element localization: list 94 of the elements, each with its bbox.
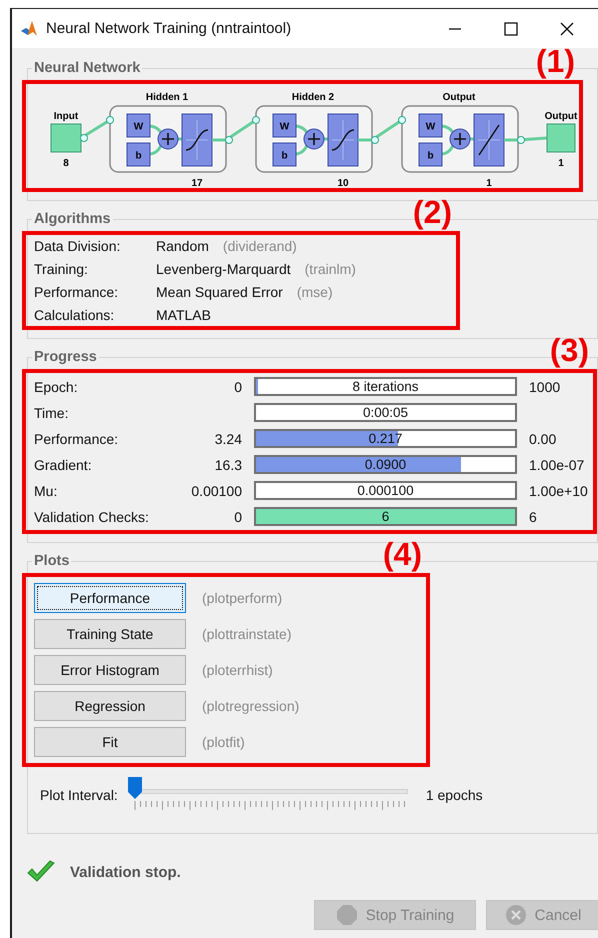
progress-label: Epoch:: [34, 378, 79, 394]
app-icon: [20, 20, 38, 38]
bar-value: 0.0900: [364, 457, 408, 472]
bias-block: b: [418, 142, 442, 166]
sum-icon: [450, 128, 470, 150]
algorithm-label: Training:: [34, 261, 89, 277]
input-size: 8: [63, 158, 69, 169]
function-name: (plottrainstate): [202, 626, 292, 642]
cancel-icon: [504, 904, 527, 926]
plot-button[interactable]: Error Histogram: [34, 655, 186, 685]
plot-interval-slider[interactable]: [128, 777, 410, 813]
window-title: Neural Network Training (nntraintool): [46, 20, 292, 37]
group-title: Plots: [33, 553, 70, 569]
layer-wires: [294, 124, 330, 156]
progress-label: Gradient:: [34, 456, 93, 472]
algorithm-value: Random: [156, 238, 209, 254]
end-value: 0.00: [529, 430, 558, 446]
bias-block: b: [126, 142, 150, 166]
algorithm-label: Calculations:: [34, 307, 116, 323]
output-label: Output: [544, 111, 578, 122]
plot-button[interactable]: Fit: [34, 727, 186, 757]
layer-size: 10: [337, 178, 349, 188]
start-value: 16.3: [214, 456, 242, 472]
plot-interval-label: Plot Interval:: [40, 787, 118, 803]
bar-value: 6: [380, 509, 390, 524]
algorithm-value: Mean Squared Error: [156, 284, 283, 300]
sum-icon: [304, 128, 324, 150]
sigmoid-function-icon: [328, 114, 358, 166]
function-name: (plotperform): [202, 590, 284, 606]
slider-thumb[interactable]: [128, 777, 142, 799]
end-value: 1.00e+10: [529, 482, 589, 498]
start-value: 0.00100: [190, 482, 242, 498]
end-value: 1.00e-07: [529, 456, 586, 472]
layer-name: Output: [442, 92, 476, 103]
start-value: 3.24: [214, 430, 242, 446]
plot-interval-value: 1 epochs: [426, 787, 483, 803]
sum-icon: [158, 128, 178, 150]
bar-value: 8 iterations: [351, 379, 420, 394]
function-name: (plotfit): [202, 734, 246, 750]
algorithm-label: Data Division:: [34, 238, 122, 254]
annotation-label: (1): [536, 44, 575, 78]
status-message: Validation stop.: [70, 864, 181, 880]
weight-block: W: [418, 114, 442, 138]
plot-button[interactable]: Regression: [34, 691, 186, 721]
sigmoid-function-icon: [182, 114, 212, 166]
bar-value: 0.000100: [356, 483, 415, 498]
end-value: 6: [529, 508, 538, 524]
end-value: 1000: [529, 378, 562, 394]
weight-block: W: [126, 114, 150, 138]
connection-node: [225, 136, 233, 144]
bar-value: 0:00:05: [362, 405, 410, 420]
weight-block: W: [272, 114, 296, 138]
annotation-label: (2): [412, 195, 452, 229]
layer-wires: [440, 124, 476, 156]
function-name: (mse): [296, 284, 333, 300]
algorithm-value: MATLAB: [156, 307, 211, 323]
algorithm-label: Performance:: [34, 284, 120, 300]
function-name: (plotregression): [202, 698, 300, 714]
linear-function-icon: [474, 114, 504, 166]
progress-label: Performance:: [34, 430, 120, 446]
annotation-label: (4): [382, 537, 422, 571]
connection-node: [371, 136, 379, 144]
function-name: (trainlm): [304, 261, 356, 277]
function-name: (ploterrhist): [202, 662, 274, 678]
connection-node: [106, 116, 114, 124]
checkmark-icon: [26, 860, 56, 884]
function-name: (dividerand): [222, 238, 297, 254]
annotation-label: (3): [550, 333, 589, 367]
bias-block: b: [272, 142, 296, 166]
layer-size: 17: [191, 178, 203, 188]
progress-label: Mu:: [34, 482, 58, 498]
stop-sign-icon: [336, 904, 358, 926]
output-size: 1: [558, 158, 564, 169]
connection-node: [398, 116, 406, 124]
input-label: Input: [54, 111, 78, 122]
input-block: [50, 124, 82, 152]
plot-button[interactable]: Training State: [34, 619, 186, 649]
plot-button[interactable]: Performance: [34, 583, 186, 613]
group-title: Neural Network: [33, 60, 142, 76]
group-title: Algorithms: [33, 211, 112, 227]
layer-name: Hidden 1: [146, 92, 188, 103]
connection-node: [80, 134, 88, 142]
group-title: Progress: [33, 349, 98, 365]
output-block: [546, 124, 576, 152]
start-value: 0: [233, 378, 242, 394]
layer-wires: [148, 124, 184, 156]
layer-name: Hidden 2: [292, 92, 334, 103]
start-value: 0: [233, 508, 242, 524]
connection-node: [252, 116, 260, 124]
layer-size: 1: [486, 178, 492, 188]
progress-label: Time:: [34, 404, 70, 420]
progress-label: Validation Checks:: [34, 508, 150, 524]
algorithm-value: Levenberg-Marquardt: [156, 261, 291, 277]
connection-node: [517, 136, 525, 144]
